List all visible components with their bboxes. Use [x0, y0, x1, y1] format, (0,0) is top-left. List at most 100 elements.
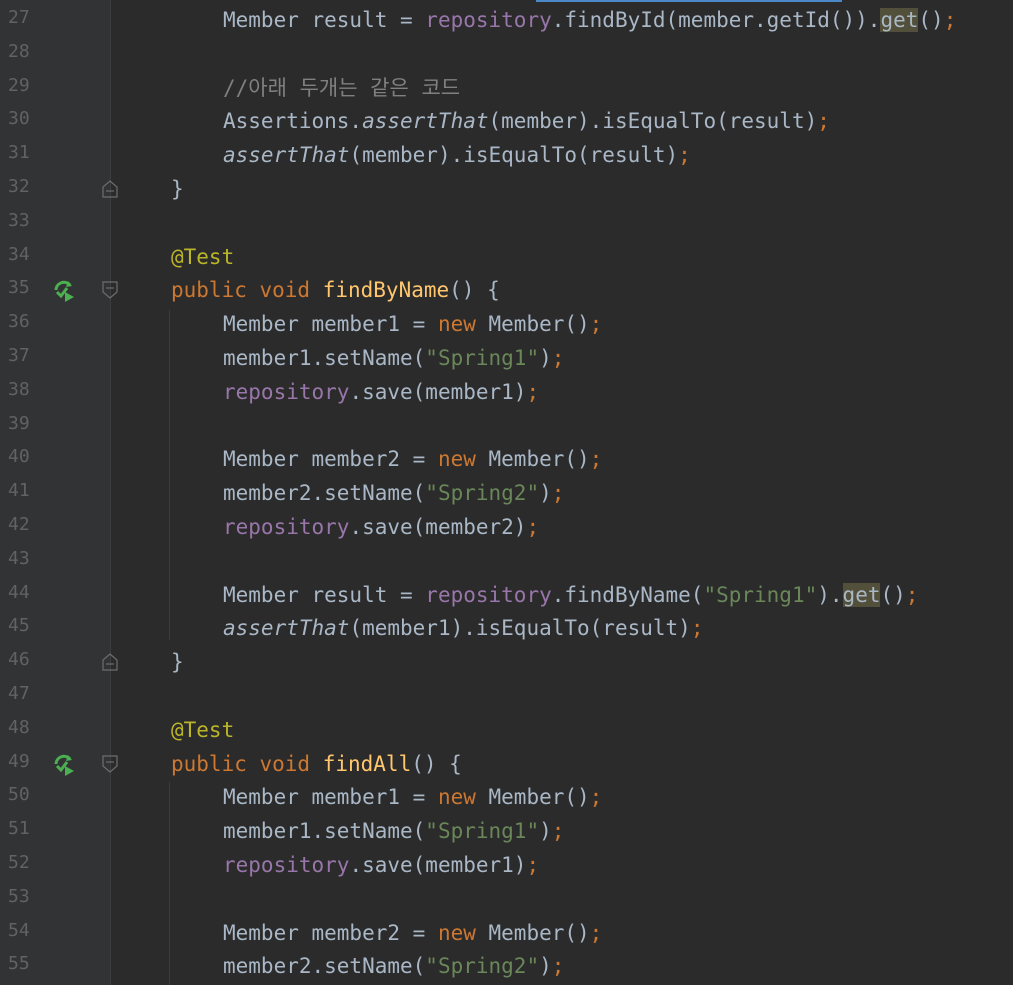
code-line[interactable]: 50 Member member1 = new Member();: [0, 780, 1013, 814]
code-token: @Test: [171, 244, 235, 269]
code-text: Member member2 = new Member();: [223, 445, 602, 473]
code-text: assertThat(member1).isEqualTo(result);: [223, 614, 703, 642]
code-token: ;: [526, 515, 540, 539]
code-token: repository: [223, 515, 350, 539]
line-number: 33: [8, 209, 30, 231]
code-token: repository: [223, 379, 350, 404]
code-line[interactable]: 44 Member result = repository.findByName(…: [0, 578, 1013, 612]
code-token: get: [880, 8, 919, 32]
code-line[interactable]: 30 Assertions.assertThat(member).isEqualT…: [0, 104, 1013, 138]
code-token: Member(): [488, 312, 590, 337]
line-number: 34: [8, 243, 30, 265]
code-text: }: [171, 648, 184, 676]
run-test-icon[interactable]: [52, 752, 76, 776]
code-token: new: [437, 312, 489, 337]
code-text: assertThat(member).isEqualTo(result);: [223, 141, 691, 169]
code-token: .findById(member.getId()).: [551, 8, 881, 32]
code-token: ;: [943, 8, 957, 32]
code-token: "Spring1": [425, 346, 540, 370]
code-token: Member member2 =: [223, 920, 438, 945]
code-token: assertThat: [362, 109, 489, 134]
code-text: @Test: [171, 243, 234, 271]
code-token: "Spring1": [703, 582, 818, 607]
code-token: get: [842, 582, 881, 607]
code-token: "Spring2": [425, 954, 540, 979]
line-number: 54: [8, 919, 30, 941]
code-line[interactable]: 29 //아래 두개는 같은 코드: [0, 71, 1013, 105]
code-line[interactable]: 53: [0, 882, 1013, 916]
code-text: Member result = repository.findByName("S…: [223, 581, 918, 609]
code-editor[interactable]: 27 Member result = repository.findById(me…: [0, 0, 1013, 985]
code-token: ;: [551, 819, 565, 844]
code-line[interactable]: 39: [0, 409, 1013, 443]
code-text: repository.save(member1);: [223, 378, 539, 406]
code-line[interactable]: 35 public void findByName() {: [0, 273, 1013, 307]
code-token: Member member2 =: [223, 447, 438, 472]
code-token: ).: [817, 582, 843, 607]
code-token: "Spring2": [425, 481, 540, 506]
code-line[interactable]: 49 public void findAll() {: [0, 747, 1013, 781]
code-line[interactable]: 51 member1.setName("Spring1");: [0, 814, 1013, 848]
code-text: @Test: [171, 716, 234, 744]
code-token: member2.setName(: [223, 954, 426, 979]
line-number: 50: [8, 784, 30, 806]
code-line[interactable]: 34 @Test: [0, 240, 1013, 274]
code-text: Member member1 = new Member();: [223, 310, 602, 338]
line-number: 48: [8, 716, 30, 738]
code-token: ): [539, 819, 552, 844]
line-number: 47: [8, 683, 30, 704]
code-line[interactable]: 32}: [0, 172, 1013, 206]
code-line[interactable]: 45 assertThat(member1).isEqualTo(result);: [0, 611, 1013, 645]
code-line[interactable]: 36 Member member1 = new Member();: [0, 307, 1013, 341]
code-line[interactable]: 43: [0, 544, 1013, 578]
line-number: 35: [8, 277, 30, 299]
code-line[interactable]: 33: [0, 206, 1013, 240]
code-text: member2.setName("Spring2");: [223, 479, 564, 507]
run-test-icon[interactable]: [52, 278, 76, 303]
code-text: public void findByName() {: [171, 276, 500, 304]
code-text: }: [171, 175, 184, 203]
line-number: 38: [8, 378, 30, 400]
code-text: member1.setName("Spring1");: [223, 817, 564, 845]
code-text: Member result = repository.findById(memb…: [223, 6, 956, 34]
code-line[interactable]: 48 @Test: [0, 713, 1013, 747]
line-number: 52: [8, 852, 30, 873]
code-token: Member result =: [223, 582, 426, 607]
code-token: (): [918, 8, 944, 32]
code-line[interactable]: 41 member2.setName("Spring2");: [0, 476, 1013, 510]
code-line[interactable]: 37 member1.setName("Spring1");: [0, 341, 1013, 375]
code-line[interactable]: 38 repository.save(member1);: [0, 375, 1013, 409]
fold-end-icon[interactable]: [102, 653, 118, 671]
code-token: Member(): [488, 920, 590, 945]
code-line[interactable]: 55 member2.setName("Spring2");: [0, 949, 1013, 983]
code-line[interactable]: 52 repository.save(member1);: [0, 848, 1013, 882]
code-line[interactable]: 40 Member member2 = new Member();: [0, 442, 1013, 476]
fold-end-icon[interactable]: [102, 180, 118, 198]
line-number: 30: [8, 108, 30, 130]
code-token: ): [539, 954, 552, 979]
code-line[interactable]: 42 repository.save(member2);: [0, 510, 1013, 544]
code-line[interactable]: 54 Member member2 = new Member();: [0, 916, 1013, 950]
fold-collapse-icon[interactable]: [102, 281, 118, 300]
line-number: 37: [8, 345, 30, 366]
code-line[interactable]: 46}: [0, 645, 1013, 679]
code-token: ;: [551, 346, 565, 370]
code-token: ): [539, 481, 552, 506]
code-line[interactable]: 27 Member result = repository.findById(me…: [0, 3, 1013, 37]
fold-collapse-icon[interactable]: [102, 754, 118, 773]
code-token: ;: [589, 785, 603, 810]
code-token: ): [539, 346, 552, 370]
code-line[interactable]: 47: [0, 679, 1013, 713]
code-token: assertThat: [223, 143, 350, 168]
line-number: 44: [8, 581, 30, 603]
line-number: 29: [8, 74, 30, 96]
code-token: .findByName(: [551, 582, 704, 607]
code-token: repository: [223, 853, 350, 877]
code-line[interactable]: 31 assertThat(member).isEqualTo(result);: [0, 138, 1013, 172]
code-token: (): [880, 582, 906, 607]
line-number: 32: [8, 176, 30, 197]
code-token: () {: [411, 751, 462, 776]
code-token: ;: [678, 143, 691, 168]
code-line[interactable]: 28: [0, 37, 1013, 71]
code-token: ;: [551, 954, 565, 979]
